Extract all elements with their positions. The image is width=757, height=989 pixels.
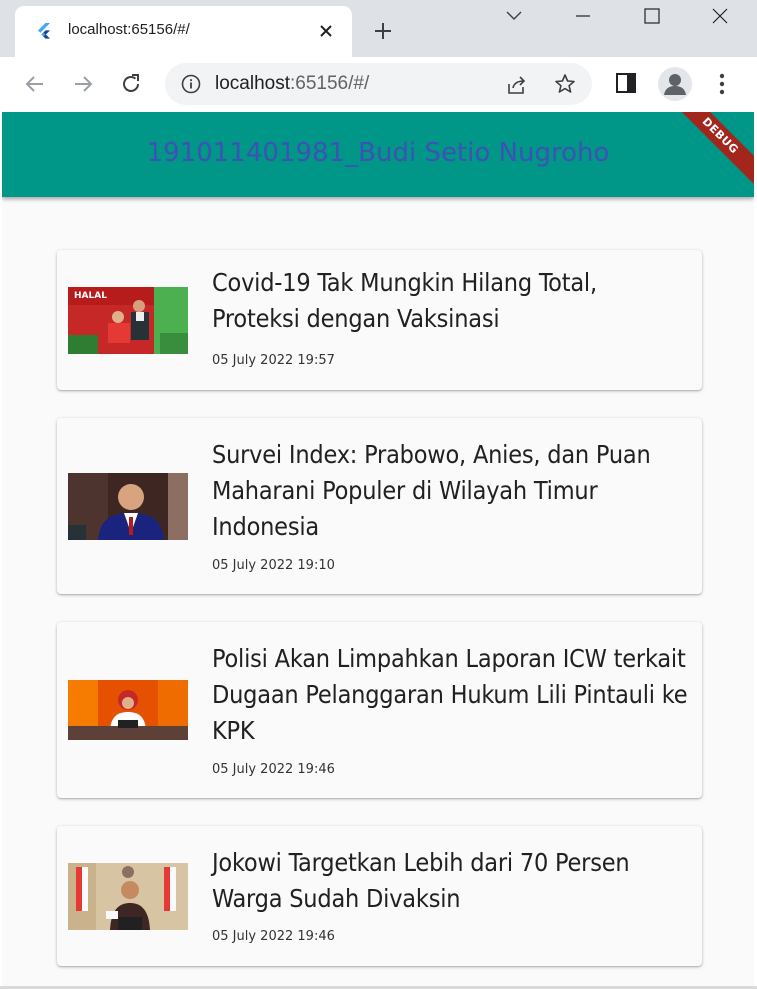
app-viewport: 191011401981_Budi Setio Nugroho DEBUG HA…: [2, 112, 754, 989]
browser-tab[interactable]: localhost:65156/#/: [15, 6, 352, 57]
star-icon[interactable]: [553, 72, 577, 96]
tab-strip: localhost:65156/#/: [0, 0, 757, 57]
minimize-icon[interactable]: [571, 4, 595, 28]
news-card[interactable]: HALAL Covid-19 Tak Mungkin Hilang Total,…: [57, 250, 702, 390]
news-card[interactable]: Survei Index: Prabowo, Anies, dan Puan M…: [57, 418, 702, 594]
news-title: Polisi Akan Limpahkan Laporan ICW terkai…: [212, 644, 688, 745]
thumb-badge-text: HALAL: [74, 291, 107, 301]
app-bar: 191011401981_Budi Setio Nugroho: [2, 112, 754, 197]
news-thumbnail: [68, 863, 188, 930]
maximize-icon[interactable]: [640, 4, 664, 28]
news-date: 05 July 2022 19:46: [212, 929, 335, 944]
plus-icon[interactable]: [371, 19, 395, 43]
news-card[interactable]: Polisi Akan Limpahkan Laporan ICW terkai…: [57, 622, 702, 798]
page-title: 191011401981_Budi Setio Nugroho: [146, 138, 610, 168]
url-text: localhost:65156/#/: [215, 73, 370, 94]
reload-icon[interactable]: [118, 71, 144, 97]
news-card[interactable]: Jokowi Targetkan Lebih dari 70 Persen Wa…: [57, 826, 702, 966]
flutter-favicon: [35, 22, 53, 40]
browser-toolbar: localhost:65156/#/: [0, 57, 757, 112]
chevron-down-icon[interactable]: [502, 4, 526, 28]
close-icon[interactable]: [315, 20, 337, 42]
share-icon[interactable]: [505, 73, 529, 97]
back-arrow-icon[interactable]: [22, 71, 48, 97]
side-panel-icon[interactable]: [614, 71, 638, 95]
close-window-icon[interactable]: [708, 4, 732, 28]
news-date: 05 July 2022 19:10: [212, 558, 335, 573]
news-thumbnail: HALAL: [68, 287, 188, 354]
news-thumbnail: [68, 473, 188, 540]
news-date: 05 July 2022 19:57: [212, 353, 335, 368]
info-icon[interactable]: [181, 74, 201, 94]
news-date: 05 July 2022 19:46: [212, 762, 335, 777]
news-title: Jokowi Targetkan Lebih dari 70 Persen Wa…: [212, 848, 630, 913]
profile-icon[interactable]: [658, 67, 692, 101]
tab-title: localhost:65156/#/: [68, 21, 190, 38]
news-title: Covid-19 Tak Mungkin Hilang Total, Prote…: [212, 268, 597, 333]
news-title: Survei Index: Prabowo, Anies, dan Puan M…: [212, 440, 651, 541]
more-vert-icon[interactable]: [710, 70, 734, 98]
news-thumbnail: [68, 680, 188, 740]
address-bar[interactable]: localhost:65156/#/: [165, 63, 592, 105]
forward-arrow-icon[interactable]: [70, 71, 96, 97]
